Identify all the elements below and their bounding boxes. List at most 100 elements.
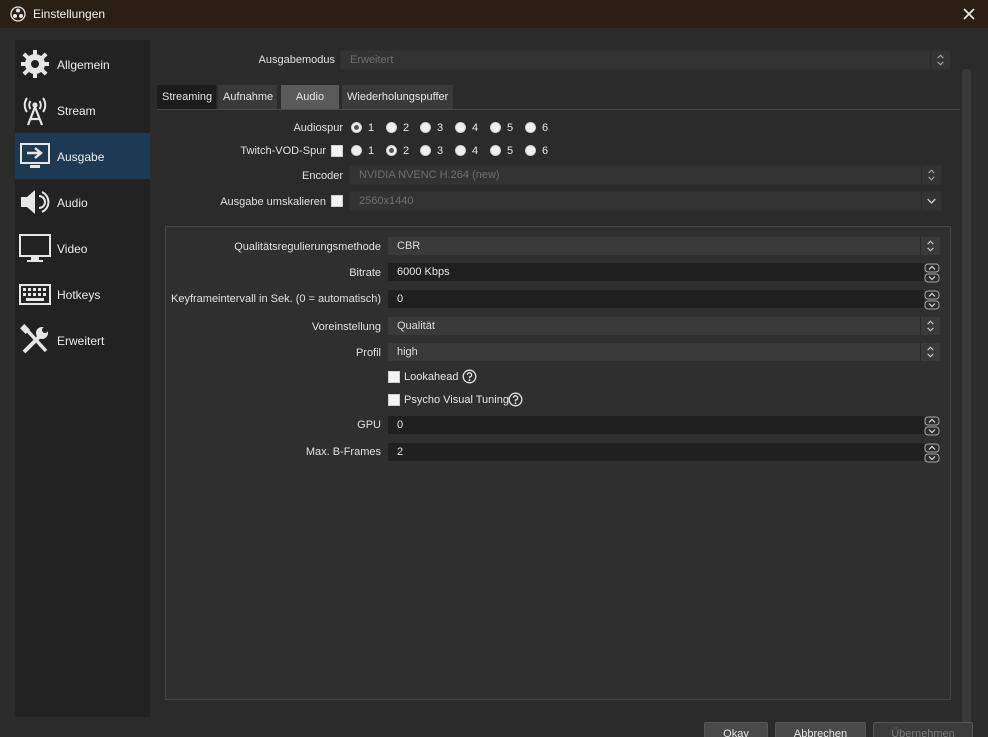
sidebar-item-label: Ausgabe — [57, 150, 105, 164]
tab-wiederholungspuffer[interactable]: Wiederholungspuffer — [342, 85, 453, 109]
radio-label: 4 — [472, 122, 479, 134]
output-mode-label: Ausgabemodus — [258, 54, 335, 66]
profile-value: high — [397, 346, 418, 358]
twitch-vod-radio-2[interactable] — [386, 145, 397, 156]
audio-track-radio-5[interactable] — [490, 122, 501, 133]
audio-track-radio-1[interactable] — [351, 122, 362, 133]
output-mode-value: Erweitert — [350, 54, 394, 66]
output-mode-select[interactable]: Erweitert — [340, 50, 951, 70]
keyframe-spinbox[interactable]: 0 — [387, 289, 941, 310]
tab-streaming[interactable]: Streaming — [157, 85, 216, 109]
settings-sidebar: Allgemein Stream Ausgabe Audio Video Hot… — [15, 40, 150, 717]
updown-arrows-icon — [920, 317, 934, 335]
radio-label: 2 — [403, 122, 410, 134]
rate-control-select[interactable]: CBR — [387, 236, 941, 256]
sidebar-item-allgemein[interactable]: Allgemein — [15, 41, 150, 87]
audio-track-radio-2[interactable] — [386, 122, 397, 133]
rescale-resolution-select[interactable]: 2560x1440 — [349, 191, 942, 211]
rescale-value: 2560x1440 — [359, 195, 414, 207]
sidebar-item-hotkeys[interactable]: Hotkeys — [15, 271, 150, 317]
gpu-value: 0 — [397, 419, 404, 431]
encoder-settings-group: Qualitätsregulierungsmethode CBR Bitrate… — [165, 226, 951, 700]
sidebar-item-video[interactable]: Video — [15, 225, 150, 271]
radio-label: 2 — [403, 145, 410, 157]
encoder-select[interactable]: NVIDIA NVENC H.264 (new) — [349, 165, 942, 185]
twitch-vod-radio-6[interactable] — [525, 145, 536, 156]
sidebar-item-label: Erweitert — [57, 334, 105, 348]
sidebar-item-ausgabe[interactable]: Ausgabe — [15, 133, 150, 179]
vertical-scrollbar[interactable] — [962, 69, 971, 737]
obs-logo-icon — [10, 6, 26, 22]
gpu-spinbox[interactable]: 0 — [387, 415, 941, 436]
updown-arrows-icon — [920, 237, 934, 255]
apply-button[interactable]: Übernehmen — [873, 722, 973, 737]
spin-arrows-icon[interactable] — [924, 443, 940, 463]
radio-label: 5 — [507, 122, 514, 134]
twitch-vod-checkbox[interactable] — [331, 145, 343, 157]
radio-label: 4 — [472, 145, 479, 157]
bframes-spinbox[interactable]: 2 — [387, 442, 941, 463]
keyframe-label: Keyframeintervall in Sek. (0 = automatis… — [170, 293, 381, 305]
cancel-button[interactable]: Abbrechen — [775, 722, 866, 737]
preset-value: Qualität — [397, 320, 435, 332]
sidebar-item-label: Hotkeys — [57, 288, 101, 302]
tab-audio[interactable]: Audio — [281, 85, 339, 109]
monitor-icon — [19, 234, 51, 262]
ok-button[interactable]: Okay — [704, 722, 768, 737]
radio-label: 3 — [437, 145, 444, 157]
speaker-icon — [21, 190, 50, 214]
audio-track-radio-3[interactable] — [420, 122, 431, 133]
gear-icon — [21, 50, 49, 78]
twitch-vod-label: Twitch-VOD-Spur — [240, 145, 326, 157]
keyboard-icon — [19, 284, 51, 305]
radio-label: 1 — [368, 122, 375, 134]
updown-arrows-icon — [920, 343, 934, 361]
psycho-visual-label: Psycho Visual Tuning — [404, 394, 509, 406]
sidebar-item-label: Audio — [57, 196, 88, 210]
title-bar: Einstellungen — [0, 0, 988, 28]
audio-track-label: Audiospur — [293, 122, 343, 134]
profile-select[interactable]: high — [387, 342, 941, 362]
sidebar-item-erweitert[interactable]: Erweitert — [15, 317, 150, 363]
gpu-label: GPU — [357, 419, 381, 431]
spin-arrows-icon[interactable] — [924, 416, 940, 436]
bitrate-value: 6000 Kbps — [397, 266, 450, 278]
updown-arrows-icon — [930, 51, 944, 69]
broadcast-icon — [23, 97, 47, 126]
sidebar-item-label: Stream — [57, 104, 96, 118]
twitch-vod-radio-4[interactable] — [455, 145, 466, 156]
radio-label: 6 — [542, 122, 549, 134]
rate-control-label: Qualitätsregulierungsmethode — [234, 241, 381, 253]
sidebar-item-audio[interactable]: Audio — [15, 179, 150, 225]
spin-arrows-icon[interactable] — [924, 290, 940, 310]
spin-arrows-icon[interactable] — [924, 263, 940, 283]
lookahead-checkbox[interactable] — [388, 371, 400, 383]
close-icon[interactable] — [958, 3, 980, 25]
radio-label: 1 — [368, 145, 375, 157]
audio-track-radio-6[interactable] — [525, 122, 536, 133]
window-title: Einstellungen — [33, 7, 106, 21]
audio-track-radio-4[interactable] — [455, 122, 466, 133]
tab-aufnahme[interactable]: Aufnahme — [218, 85, 277, 109]
twitch-vod-radio-5[interactable] — [490, 145, 501, 156]
help-icon[interactable] — [462, 369, 477, 384]
encoder-label: Encoder — [302, 170, 343, 182]
rescale-checkbox[interactable] — [331, 195, 343, 207]
preset-label: Voreinstellung — [311, 321, 381, 333]
rescale-label: Ausgabe umskalieren — [220, 196, 326, 208]
preset-select[interactable]: Qualität — [387, 316, 941, 336]
twitch-vod-radio-3[interactable] — [420, 145, 431, 156]
updown-arrows-icon — [921, 166, 935, 184]
help-icon[interactable] — [508, 392, 523, 407]
radio-label: 5 — [507, 145, 514, 157]
psycho-visual-checkbox[interactable] — [388, 394, 400, 406]
radio-label: 3 — [437, 122, 444, 134]
profile-label: Profil — [355, 347, 381, 359]
output-monitor-icon — [20, 143, 50, 168]
twitch-vod-radio-1[interactable] — [351, 145, 362, 156]
tab-divider — [157, 109, 960, 110]
sidebar-item-stream[interactable]: Stream — [15, 87, 150, 133]
radio-label: 6 — [542, 145, 549, 157]
bitrate-spinbox[interactable]: 6000 Kbps — [387, 262, 941, 283]
bframes-label: Max. B-Frames — [305, 446, 381, 458]
